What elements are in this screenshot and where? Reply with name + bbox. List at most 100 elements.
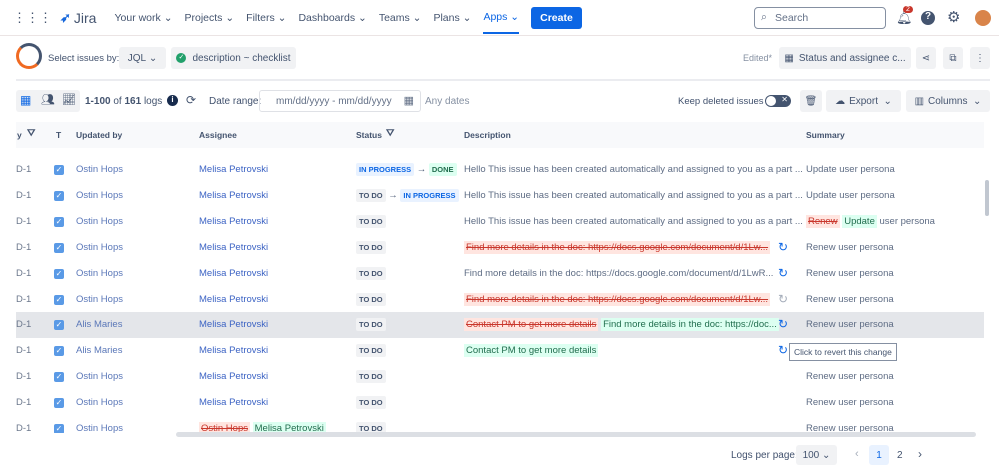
assignee-link[interactable]: Melisa Petrovski [199, 371, 268, 382]
issue-key[interactable]: D-1 [16, 164, 31, 175]
notification-badge: 2 [903, 6, 913, 13]
nav-plans[interactable]: Plans ⌄ [433, 12, 471, 24]
task-type-icon: ✓ [54, 242, 64, 253]
jql-dropdown[interactable]: JQL ⌄ [119, 47, 166, 69]
header-assignee[interactable]: Assignee [199, 130, 237, 140]
issue-key[interactable]: D-1 [16, 423, 31, 433]
nav-teams[interactable]: Teams ⌄ [379, 12, 422, 24]
grid-view-icon[interactable]: ▦ [20, 93, 31, 107]
revert-icon[interactable]: ↻ [778, 343, 788, 357]
description-cell: Find more details in the doc: https://do… [464, 240, 771, 254]
assignee-link[interactable]: Melisa Petrovski [199, 294, 268, 305]
nav-apps[interactable]: Apps ⌄ [483, 1, 520, 34]
chart-view-icon[interactable]: 📈︎ [62, 93, 76, 106]
updated-by-link[interactable]: Ostin Hops [76, 423, 123, 433]
issue-key[interactable]: D-1 [16, 216, 31, 227]
updated-by-link[interactable]: Alis Maries [76, 319, 122, 330]
table-row[interactable]: D-1 ✓ Ostin Hops Melisa Petrovski TO DO Renew… [16, 390, 984, 416]
app-name[interactable]: Jira [74, 10, 97, 26]
columns-icon: ▥ [914, 95, 925, 107]
status-lozenge: TO DO [356, 292, 386, 306]
assignee-link[interactable]: Melisa Petrovski [199, 216, 268, 227]
table-row[interactable]: D-1 ✓ Ostin Hops Ostin Hops Melisa Petrovsk… [16, 416, 984, 433]
keep-deleted-toggle[interactable]: ✕ [765, 95, 791, 107]
filter-icon[interactable]: ⛛ [27, 128, 35, 139]
updated-by-link[interactable]: Ostin Hops [76, 371, 123, 382]
updated-by-link[interactable]: Ostin Hops [76, 216, 123, 227]
description-cell: Hello This issue has been created automa… [464, 215, 803, 227]
assignee-link[interactable]: Melisa Petrovski [199, 319, 268, 330]
issue-key[interactable]: D-1 [16, 345, 31, 356]
header-description[interactable]: Description [464, 130, 511, 140]
table-row[interactable]: D-1 ✓ Ostin Hops Melisa Petrovski IN PROGRES… [16, 157, 984, 183]
revert-icon[interactable]: ↻ [778, 266, 788, 280]
share-button[interactable]: ⋖ [916, 47, 936, 69]
assignee-link[interactable]: Melisa Petrovski [199, 345, 268, 356]
nav-your-work[interactable]: Your work ⌄ [114, 12, 172, 24]
prev-page-button[interactable]: ‹ [855, 448, 859, 460]
issue-key[interactable]: D-1 [16, 371, 31, 382]
search-input[interactable]: ⌕ Search [754, 7, 886, 29]
updated-by-link[interactable]: Alis Maries [76, 345, 122, 356]
columns-button[interactable]: ▥ Columns ⌄ [906, 90, 990, 112]
nav-filters[interactable]: Filters ⌄ [246, 12, 286, 24]
export-button[interactable]: ☁ Export ⌄ [826, 90, 901, 112]
create-button[interactable]: Create [531, 6, 582, 29]
help-icon[interactable]: ? [921, 11, 935, 25]
assignee-link[interactable]: Melisa Petrovski [199, 242, 268, 253]
issue-key[interactable]: D-1 [16, 242, 31, 253]
table-row[interactable]: D-1 ✓ Ostin Hops Melisa Petrovski TO DO Hello… [16, 209, 984, 235]
horizontal-scrollbar[interactable] [176, 432, 976, 437]
assignee-link[interactable]: Melisa Petrovski [199, 190, 268, 201]
issue-key[interactable]: D-1 [16, 190, 31, 201]
revert-icon[interactable]: ↻ [778, 240, 788, 254]
issue-key[interactable]: D-1 [16, 397, 31, 408]
avatar[interactable] [975, 10, 991, 26]
nav-dashboards[interactable]: Dashboards ⌄ [298, 12, 366, 24]
info-icon[interactable]: i [167, 95, 178, 106]
assignee-link[interactable]: Melisa Petrovski [199, 268, 268, 279]
assignee-link[interactable]: Melisa Petrovski [199, 164, 268, 175]
per-page-select[interactable]: 100 ⌄ [796, 445, 837, 465]
revert-icon[interactable]: ↻ [778, 292, 788, 306]
table-row[interactable]: D-1 ✓ Ostin Hops Melisa Petrovski TO DO Find … [16, 287, 984, 313]
updated-by-link[interactable]: Ostin Hops [76, 397, 123, 408]
table-row[interactable]: D-1 ✓ Ostin Hops Melisa Petrovski TO DO Renew… [16, 364, 984, 390]
updated-by-link[interactable]: Ostin Hops [76, 190, 123, 201]
view-selector[interactable]: ▦ Status and assignee c... [779, 47, 911, 69]
vertical-scrollbar[interactable] [985, 180, 989, 216]
task-type-icon: ✓ [54, 346, 64, 357]
updated-by-link[interactable]: Ostin Hops [76, 164, 123, 175]
page-1-button[interactable]: 1 [869, 445, 889, 465]
query-chip[interactable]: ✓ description ~ checklist [171, 47, 296, 69]
updated-by-link[interactable]: Ostin Hops [76, 268, 123, 279]
header-status[interactable]: Status [356, 130, 382, 140]
save-view-button[interactable]: ⧉ [943, 47, 963, 69]
table-row[interactable]: D-1 ✓ Ostin Hops Melisa Petrovski TO DO Find … [16, 235, 984, 261]
nav-projects[interactable]: Projects ⌄ [185, 12, 235, 24]
header-summary[interactable]: Summary [806, 130, 845, 140]
trash-button[interactable]: 🗑︎ [800, 90, 822, 112]
refresh-icon[interactable]: ⟳ [186, 93, 196, 107]
updated-by-link[interactable]: Ostin Hops [76, 294, 123, 305]
settings-icon[interactable]: ⚙ [947, 8, 960, 26]
calendar-icon[interactable]: ▦ [404, 94, 414, 107]
app-switcher-icon[interactable]: ⋮⋮⋮ [13, 10, 52, 26]
revert-icon[interactable]: ↻ [778, 317, 788, 331]
issue-key[interactable]: D-1 [16, 319, 31, 330]
page-2-button[interactable]: 2 [897, 450, 903, 461]
table-row[interactable]: D-1 ✓ Ostin Hops Melisa Petrovski TO DO Find … [16, 261, 984, 287]
more-button[interactable]: ⋮ [970, 47, 990, 69]
people-view-icon[interactable]: 👥︎ [41, 93, 55, 106]
arrow-right-icon: → [388, 189, 398, 201]
updated-by-link[interactable]: Ostin Hops [76, 242, 123, 253]
issue-key[interactable]: D-1 [16, 294, 31, 305]
issue-key[interactable]: D-1 [16, 268, 31, 279]
status-filter-icon[interactable]: ⛛ [386, 128, 394, 139]
table-row[interactable]: D-1 ✓ Ostin Hops Melisa Petrovski TO DO → IN… [16, 183, 984, 209]
next-page-button[interactable]: › [918, 447, 922, 461]
assignee-link[interactable]: Melisa Petrovski [199, 397, 268, 408]
date-range-input[interactable]: mm/dd/yyyy - mm/dd/yyyy ▦ [259, 90, 421, 112]
header-updated-by[interactable]: Updated by [76, 130, 122, 140]
table-row[interactable]: D-1 ✓ Alis Maries Melisa Petrovski TO DO Cont… [16, 312, 984, 339]
